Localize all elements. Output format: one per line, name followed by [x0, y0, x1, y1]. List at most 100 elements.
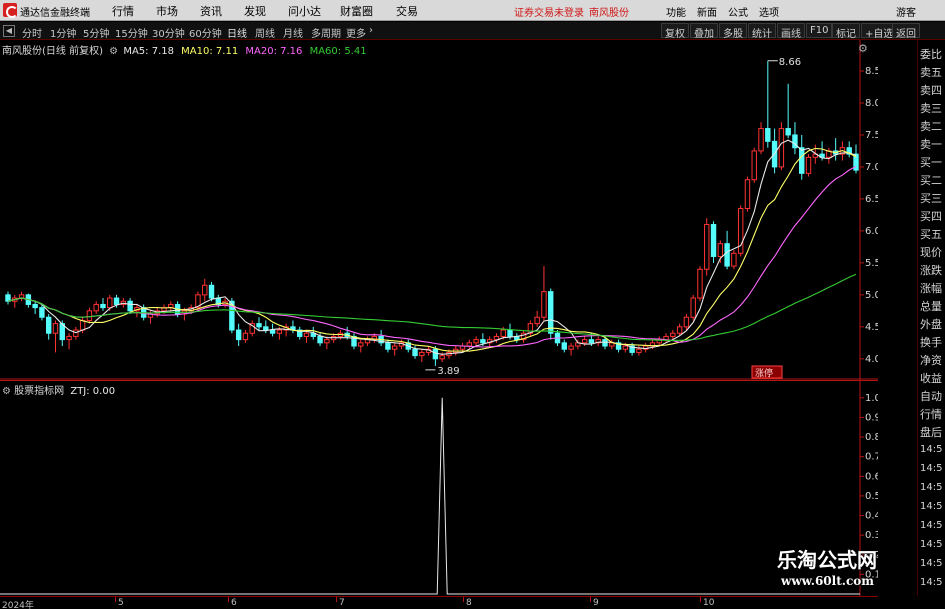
indicator-tick-label: 0.60 — [865, 471, 878, 482]
indicator-tick-label: 0.80 — [865, 432, 878, 443]
side-time: 14:5 — [920, 463, 943, 474]
multi-stock-button[interactable]: 多股 — [719, 23, 747, 40]
candle-body — [581, 339, 588, 344]
price-tick-label: 6.00 — [865, 226, 878, 237]
indicator-gear-icon[interactable]: ⚙ — [2, 386, 11, 397]
app-logo-icon — [3, 3, 18, 18]
period-toolbar: ◀ 分时 1分钟 5分钟 15分钟 30分钟 60分钟 日线 周线 月线 多周期… — [0, 22, 945, 40]
candle-body — [107, 297, 113, 309]
tab-weekly[interactable]: 周线 — [255, 25, 275, 40]
candle-body — [385, 342, 391, 350]
candle-body — [317, 335, 323, 344]
indicator-tick-label: 0.40 — [865, 511, 878, 522]
candle-body — [235, 329, 242, 341]
price-chart[interactable]: 4.00 4.50 5.00 5.50 6.00 6.50 7.00 7.50 8.00 8.50… — [0, 40, 887, 380]
quote-side-panel: 委比 卖五 卖四 卖三 卖二 卖一 买一 买二 买三 买四 买五 现价 涨跌 涨幅 总量 外盘 换手 净资 收益 自动… — [917, 40, 945, 596]
candle-body — [73, 329, 79, 337]
candle-body — [724, 243, 730, 267]
stats-button[interactable]: 统计 — [748, 23, 776, 40]
mark-button[interactable]: 标记 — [832, 23, 860, 40]
candle-body — [602, 339, 608, 347]
ma5-label: MA5: 7.18 — [123, 46, 174, 57]
date-axis-label: 2024年 — [2, 601, 34, 609]
menu-assistant[interactable]: 问小达 — [288, 3, 321, 19]
menu-discover[interactable]: 发现 — [244, 3, 266, 19]
candle-body — [805, 156, 812, 174]
tab-more[interactable]: 更多 — [346, 25, 366, 40]
side-label: 买一 — [920, 156, 942, 169]
menu-trade[interactable]: 交易 — [396, 3, 418, 19]
side-time: 14:5 — [920, 539, 943, 550]
tab-monthly[interactable]: 月线 — [283, 25, 303, 40]
candle-body — [704, 223, 710, 270]
side-label: 现价 — [920, 246, 942, 259]
login-notice[interactable]: 证券交易未登录 — [514, 4, 584, 19]
candle-body — [534, 316, 540, 325]
chart-title: 南风股份(日线 前复权) — [2, 46, 103, 57]
tab-30min[interactable]: 30分钟 — [152, 25, 185, 40]
candle-body — [717, 243, 724, 257]
candle-body — [202, 284, 208, 296]
date-axis-tick — [336, 597, 337, 602]
guest-user[interactable]: 游客 — [896, 4, 916, 19]
indicator-tick-label: 0.50 — [865, 491, 878, 502]
side-label: 换手 — [920, 336, 942, 349]
menu-function[interactable]: 功能 — [666, 4, 686, 19]
f10-button[interactable]: F10 — [806, 23, 833, 38]
tab-daily[interactable]: 日线 — [227, 25, 247, 40]
menu-formula[interactable]: 公式 — [728, 4, 748, 19]
candle-body — [778, 128, 785, 168]
candle-body — [731, 252, 737, 267]
candle-body — [676, 326, 683, 334]
return-button[interactable]: 返回 — [892, 23, 920, 40]
tab-60min[interactable]: 60分钟 — [189, 25, 222, 40]
tab-1min[interactable]: 1分钟 — [50, 25, 76, 40]
chevron-right-icon[interactable]: › — [369, 25, 373, 36]
back-arrow-icon[interactable]: ◀ — [3, 25, 15, 37]
candle-body — [100, 303, 106, 309]
candle-body — [276, 329, 283, 334]
tab-15min[interactable]: 15分钟 — [115, 25, 148, 40]
chart-settings-icon[interactable]: ⚙ — [858, 42, 868, 55]
side-label: 买四 — [920, 210, 942, 223]
candle-body — [52, 323, 59, 334]
candle-body — [561, 342, 567, 350]
menu-newpage[interactable]: 新面 — [697, 4, 717, 19]
settings-gear-icon[interactable]: ⚙ — [109, 46, 118, 57]
ma10-label: MA10: 7.11 — [181, 46, 239, 57]
candle-body — [751, 150, 757, 181]
menu-news[interactable]: 资讯 — [200, 3, 222, 19]
price-tick-label: 5.50 — [865, 258, 878, 269]
adjust-button[interactable]: 复权 — [661, 23, 689, 40]
indicator-tick-label: 0.30 — [865, 530, 878, 541]
side-label: 总量 — [920, 300, 942, 313]
candle-body — [758, 128, 764, 152]
menu-options[interactable]: 选项 — [759, 4, 779, 19]
candle-body — [541, 291, 547, 318]
side-label[interactable]: 行情 — [920, 406, 942, 422]
date-axis-tick — [115, 597, 116, 602]
side-label[interactable]: 自动 — [920, 388, 942, 404]
candle-body — [79, 319, 86, 331]
side-label[interactable]: 盘后 — [920, 424, 942, 440]
tab-5min[interactable]: 5分钟 — [83, 25, 109, 40]
price-tick-label: 7.50 — [865, 130, 878, 141]
side-time: 14:5 — [920, 558, 943, 569]
candle-body — [568, 345, 574, 350]
tab-multi-period[interactable]: 多周期 — [311, 25, 341, 40]
candle-body — [785, 128, 791, 136]
candle-body — [636, 348, 642, 353]
overlay-button[interactable]: 叠加 — [690, 23, 718, 40]
menu-market[interactable]: 市场 — [156, 3, 178, 19]
menu-wealth[interactable]: 财富圈 — [340, 3, 373, 19]
indicator-chart-svg[interactable]: 1.000.900.800.700.600.500.400.300.200.10 — [0, 380, 887, 596]
menu-quotes[interactable]: 行情 — [112, 3, 134, 19]
candle-body — [799, 147, 805, 174]
side-label: 买二 — [920, 174, 942, 187]
price-chart-svg[interactable]: 4.00 4.50 5.00 5.50 6.00 6.50 7.00 7.50 8.00 8.50… — [0, 40, 887, 380]
candle-body — [208, 284, 215, 299]
candle-body — [744, 179, 751, 210]
tab-intraday[interactable]: 分时 — [22, 25, 42, 40]
draw-line-button[interactable]: 画线 — [777, 23, 805, 40]
indicator-chart[interactable]: 1.000.900.800.700.600.500.400.300.200.10… — [0, 380, 887, 596]
